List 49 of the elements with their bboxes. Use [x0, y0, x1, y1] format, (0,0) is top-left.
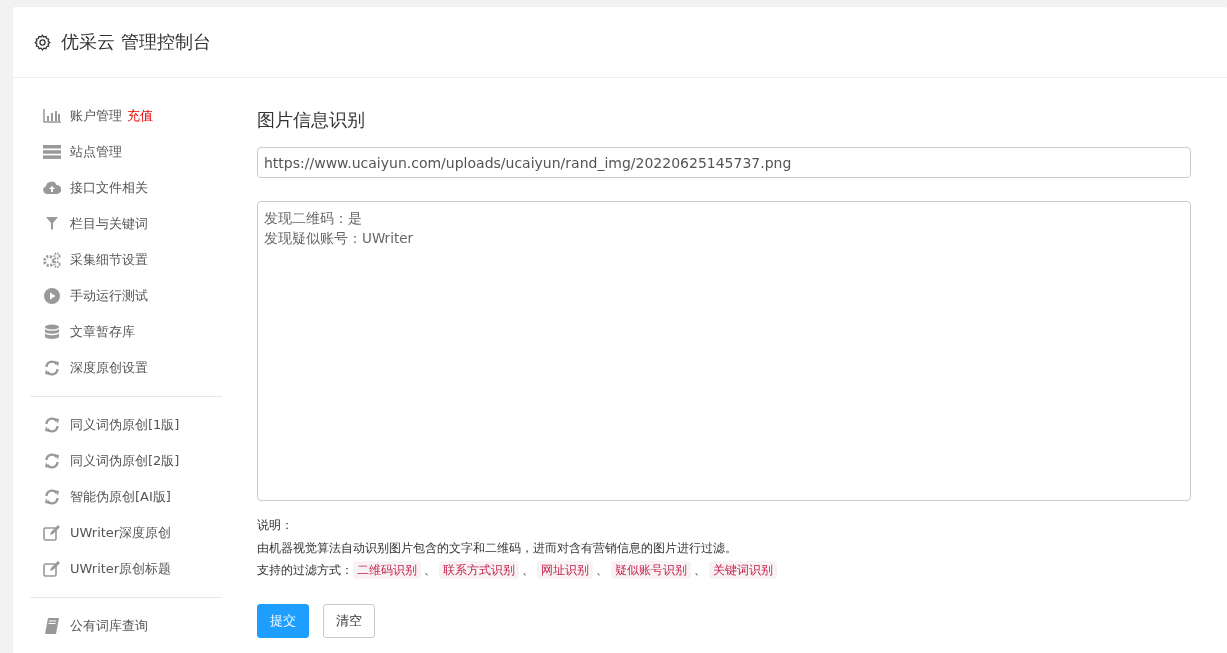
filter-tag: 疑似账号识别 [611, 561, 691, 580]
sidebar-item[interactable]: 公有词库查询 [70, 617, 148, 635]
page-title: 图片信息识别 [257, 108, 366, 132]
sidebar-item[interactable]: 同义词伪原创[1版] [70, 416, 180, 434]
database-icon [45, 324, 59, 340]
note-label: 说明： [257, 517, 293, 534]
sidebar-item[interactable]: 深度原创设置 [70, 359, 148, 377]
gears-icon [43, 252, 61, 268]
edit-icon [43, 561, 61, 577]
separator: 、 [694, 562, 706, 579]
sidebar-item[interactable]: 手动运行测试 [70, 287, 148, 305]
filter-icon [43, 217, 61, 231]
sidebar-item[interactable]: 账户管理 [70, 107, 122, 125]
settings-icon [34, 33, 51, 51]
filter-tag: 网址识别 [537, 561, 593, 580]
clear-button[interactable]: 清空 [323, 603, 375, 638]
sidebar-item[interactable]: UWriter原创标题 [70, 560, 172, 578]
play-icon [44, 288, 60, 304]
server-icon [43, 145, 61, 159]
filters-label: 支持的过滤方式： [257, 562, 353, 579]
cloud-upload-icon [43, 181, 61, 195]
sidebar-item[interactable]: 站点管理 [70, 143, 122, 161]
sidebar-item[interactable]: 智能伪原创[AI版] [70, 488, 171, 506]
recharge-link[interactable]: 充值 [127, 107, 153, 125]
separator: 、 [522, 562, 534, 579]
result-line: 发现二维码：是 [264, 209, 362, 228]
separator: 、 [596, 562, 608, 579]
filter-tag: 联系方式识别 [439, 561, 519, 580]
sidebar-item[interactable]: 栏目与关键词 [70, 215, 148, 233]
sidebar-item[interactable]: 文章暂存库 [70, 323, 135, 341]
refresh-icon [44, 453, 60, 469]
sidebar-item[interactable]: 同义词伪原创[2版] [70, 452, 180, 470]
refresh-icon [44, 489, 60, 505]
note-text: 由机器视觉算法自动识别图片包含的文字和二维码，进而对含有营销信息的图片进行过滤。 [257, 539, 737, 557]
refresh-icon [44, 360, 60, 376]
result-box[interactable]: 发现二维码：是 发现疑似账号：UWriter [257, 201, 1191, 501]
book-icon [44, 618, 60, 634]
bar-chart-icon [43, 109, 61, 123]
app-title: 优采云 管理控制台 [61, 30, 211, 54]
filter-tag: 二维码识别 [353, 561, 421, 580]
sidebar-item[interactable]: UWriter深度原创 [70, 524, 172, 542]
separator: 、 [424, 562, 436, 579]
sidebar-item[interactable]: 采集细节设置 [70, 251, 148, 269]
refresh-icon [44, 417, 60, 433]
filter-tag: 关键词识别 [709, 561, 777, 580]
edit-icon [43, 525, 61, 541]
sidebar-item[interactable]: 接口文件相关 [70, 179, 148, 197]
url-field[interactable]: https://www.ucaiyun.com/uploads/ucaiyun/rand_img/20220625145737.png [257, 147, 1191, 178]
result-line: 发现疑似账号：UWriter [264, 229, 414, 248]
